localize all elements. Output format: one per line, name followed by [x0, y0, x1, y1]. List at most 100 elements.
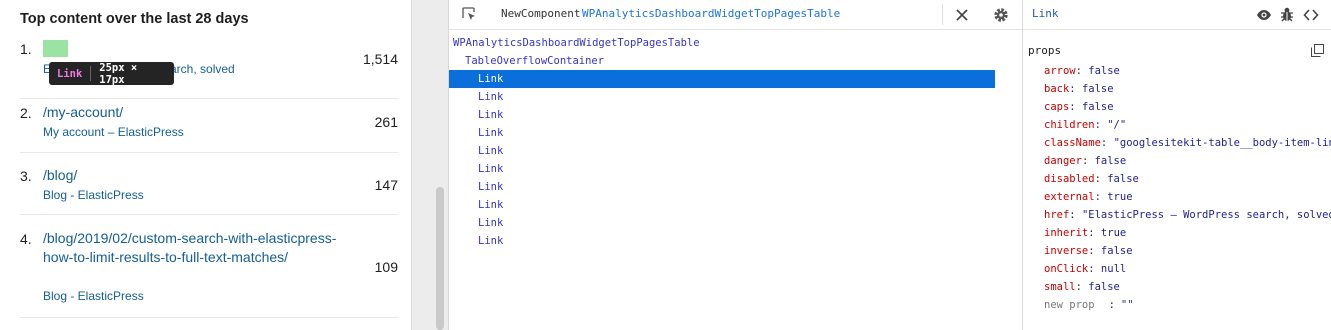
prop-row[interactable]: small: false	[1044, 278, 1120, 296]
tree-node-label: Link	[478, 217, 504, 229]
tree-node-link[interactable]: Link	[449, 106, 995, 124]
tree-node-link[interactable]: Link	[449, 214, 995, 232]
tree-node-label: Link	[478, 235, 504, 247]
prop-colon: :	[1088, 263, 1101, 275]
prop-row[interactable]: onClick: null	[1044, 260, 1126, 278]
tree-node-link-selected[interactable]: Link	[449, 70, 995, 88]
prop-value[interactable]: true	[1101, 227, 1126, 239]
prop-row[interactable]: className: "googlesitekit-table__body-it…	[1044, 134, 1331, 152]
row-number: 3.	[20, 168, 32, 184]
prop-colon: :	[1069, 101, 1082, 113]
code-icon[interactable]	[1303, 7, 1319, 23]
row-count: 261	[374, 114, 398, 130]
prop-value[interactable]: false	[1095, 155, 1127, 167]
new-prop-value-input[interactable]: ""	[1121, 299, 1134, 311]
props-section-header: props	[1028, 44, 1062, 57]
prop-value[interactable]: null	[1101, 263, 1126, 275]
prop-colon: :	[1075, 281, 1089, 293]
prop-key: onClick	[1044, 263, 1089, 275]
prop-row[interactable]: external: true	[1044, 188, 1133, 206]
new-prop-row[interactable]: new prop: ""	[1044, 296, 1134, 314]
scrollbar-thumb[interactable]	[436, 187, 444, 330]
prop-key: danger	[1044, 155, 1082, 167]
prop-colon: :	[1088, 245, 1101, 257]
prop-value[interactable]: false	[1088, 65, 1120, 77]
prop-key: arrow	[1044, 65, 1076, 77]
copy-icon[interactable]	[1311, 44, 1324, 57]
gear-icon[interactable]	[992, 6, 1010, 24]
prop-key: back	[1044, 83, 1070, 95]
prop-row[interactable]: inherit: true	[1044, 224, 1126, 242]
breadcrumb-parent[interactable]: NewComponent	[501, 7, 580, 20]
props-inspector-pane: Link props arrow: false back: false caps…	[1022, 0, 1331, 330]
prop-row[interactable]: children: "/"	[1044, 116, 1126, 134]
select-element-icon[interactable]	[461, 6, 477, 22]
bug-icon[interactable]	[1279, 6, 1295, 23]
page-scroll-gutter	[412, 0, 448, 330]
prop-row[interactable]: caps: false	[1044, 98, 1114, 116]
prop-key: className	[1044, 137, 1101, 149]
selected-component-name: Link	[1032, 7, 1059, 20]
prop-colon: :	[1075, 65, 1089, 77]
prop-row[interactable]: back: false	[1044, 80, 1114, 98]
prop-key: inverse	[1044, 245, 1089, 257]
tree-node-link[interactable]: Link	[449, 142, 995, 160]
row-number: 1.	[20, 41, 32, 57]
tree-node-link[interactable]: Link	[449, 160, 995, 178]
prop-colon: :	[1094, 119, 1108, 131]
prop-colon: :	[1100, 137, 1114, 149]
new-prop-colon: :	[1108, 299, 1115, 311]
tree-node-label: Link	[478, 163, 504, 175]
row-title-link[interactable]: Blog - ElasticPress	[43, 188, 144, 202]
breadcrumb-current[interactable]: WPAnalyticsDashboardWidgetTopPagesTable	[582, 7, 840, 20]
tree-node-link[interactable]: Link	[449, 124, 995, 142]
prop-value[interactable]: false	[1082, 101, 1114, 113]
tree-node-label: Link	[478, 73, 504, 85]
tree-node-link[interactable]: Link	[449, 88, 995, 106]
tree-node-link[interactable]: Link	[449, 178, 995, 196]
prop-row[interactable]: inverse: false	[1044, 242, 1133, 260]
prop-colon: :	[1094, 191, 1108, 203]
tree-node-label: Link	[478, 109, 504, 121]
prop-value[interactable]: "googlesitekit-table__body-item-lin	[1114, 137, 1331, 149]
prop-value[interactable]: false	[1082, 83, 1114, 95]
eye-icon[interactable]	[1256, 7, 1272, 23]
prop-value[interactable]: true	[1107, 191, 1132, 203]
row-path-link[interactable]: /blog/2019/02/custom-search-with-elastic…	[43, 229, 343, 267]
row-title-link[interactable]: Blog - ElasticPress	[43, 289, 144, 303]
prop-key: small	[1044, 281, 1076, 293]
toolbar-divider	[942, 4, 943, 25]
tooltip-size: 25px × 17px	[99, 61, 138, 86]
prop-key: caps	[1044, 101, 1070, 113]
row-path-link[interactable]: /	[43, 40, 343, 59]
prop-value[interactable]: "ElasticPress – WordPress search, solved	[1082, 209, 1331, 221]
tree-toolbar: NewComponent WPAnalyticsDashboardWidgetT…	[449, 0, 1023, 30]
prop-key: disabled	[1044, 173, 1095, 185]
row-path-link[interactable]: /my-account/	[43, 103, 343, 122]
table-row: 4. /blog/2019/02/custom-search-with-elas…	[20, 214, 398, 318]
tree-node-label: Link	[478, 181, 504, 193]
tree-node-link[interactable]: Link	[449, 232, 995, 250]
prop-colon: :	[1081, 155, 1095, 167]
row-number: 2.	[20, 105, 32, 121]
table-row: 3. /blog/ Blog - ElasticPress 147	[20, 152, 398, 215]
prop-colon: :	[1088, 227, 1101, 239]
close-icon[interactable]	[953, 6, 971, 24]
prop-value[interactable]: "/"	[1107, 119, 1126, 131]
prop-row[interactable]: arrow: false	[1044, 62, 1120, 80]
new-prop-key-input[interactable]: new prop	[1044, 299, 1095, 311]
prop-value[interactable]: false	[1088, 281, 1120, 293]
top-content-widget: Top content over the last 28 days 1. / E…	[0, 0, 412, 330]
prop-value[interactable]: false	[1101, 245, 1133, 257]
row-title-link[interactable]: My account – ElasticPress	[43, 125, 184, 139]
prop-value[interactable]: false	[1107, 173, 1139, 185]
prop-row[interactable]: href: "ElasticPress – WordPress search, …	[1044, 206, 1331, 224]
props-toolbar: Link	[1023, 0, 1331, 30]
row-path-link[interactable]: /blog/	[43, 166, 343, 185]
tree-node-container[interactable]: TableOverflowContainer	[465, 52, 604, 70]
prop-row[interactable]: danger: false	[1044, 152, 1126, 170]
tree-node-link[interactable]: Link	[449, 196, 995, 214]
prop-colon: :	[1069, 83, 1082, 95]
tree-node-root[interactable]: WPAnalyticsDashboardWidgetTopPagesTable	[453, 34, 700, 52]
prop-row[interactable]: disabled: false	[1044, 170, 1139, 188]
